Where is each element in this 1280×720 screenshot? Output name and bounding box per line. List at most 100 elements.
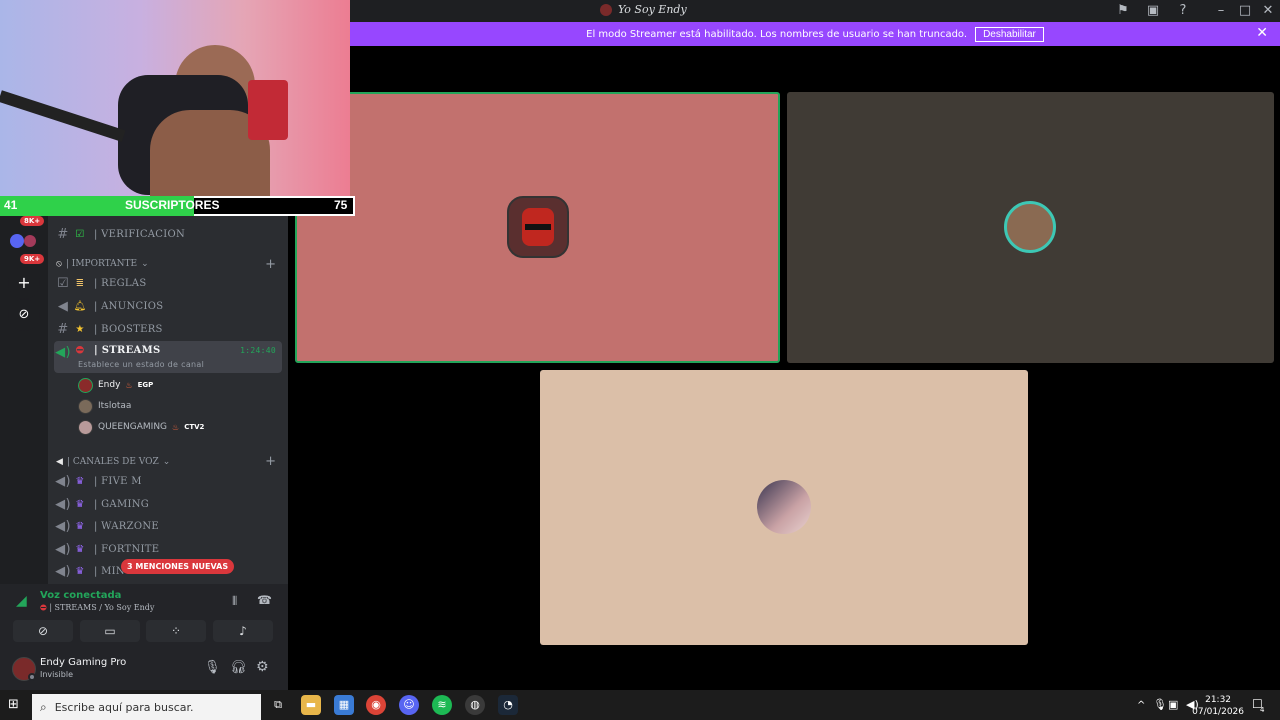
voice-user[interactable]: Itslotaa [78, 396, 131, 416]
obs-icon[interactable]: ◍ [465, 695, 485, 715]
no-entry-icon: ⦸ [56, 259, 62, 269]
voice-user[interactable]: QUEENGAMING ♨ CTV2 [78, 417, 204, 437]
store-icon[interactable]: ▦ [334, 695, 354, 715]
notification-count: 4 [1260, 706, 1265, 714]
flag-icon[interactable]: ⚑ [1115, 3, 1131, 19]
speaker-icon: ◀) [55, 563, 71, 579]
screen-share-icon[interactable]: ▭ [80, 620, 140, 642]
explore-servers-icon[interactable]: ⊘ [8, 299, 40, 331]
disconnect-icon[interactable]: ☎ [257, 593, 272, 607]
channel-anuncios[interactable]: ◀ 🔔︎ | ANUNCIOS [54, 295, 282, 317]
mic-arm-shape [0, 90, 126, 142]
purple-emoji-icon: ♛ [75, 565, 85, 577]
speaker-icon: ◀) [55, 473, 71, 489]
help-icon[interactable]: ? [1175, 3, 1191, 19]
discord-icon[interactable]: ☺ [399, 695, 419, 715]
new-mentions-pill[interactable]: 3 MENCIONES NUEVAS [121, 559, 235, 574]
subscriber-count-current: 41 [4, 198, 18, 212]
gear-icon[interactable]: ⚙ [256, 659, 269, 675]
checkbox-icon: ☑ [75, 228, 85, 240]
banner-message: El modo Streamer está habilitado. Los no… [586, 28, 968, 40]
maximize-button[interactable]: □ [1237, 3, 1253, 19]
fire-icon: ♨ [125, 380, 133, 390]
inbox-icon[interactable]: ▣ [1145, 3, 1161, 19]
close-icon[interactable]: ✕ [1256, 25, 1268, 41]
video-tile-endy[interactable] [295, 92, 780, 363]
no-entry-icon: ⛔︎ [40, 603, 47, 612]
voice-user[interactable]: Endy ♨ EGP [78, 375, 153, 395]
speaker-icon: ◀) [55, 518, 71, 534]
streamer-mode-banner: El modo Streamer está habilitado. Los no… [350, 22, 1280, 46]
channel-status[interactable]: Establece un estado de canal [78, 360, 204, 369]
server-icon[interactable] [10, 234, 24, 248]
steam-icon[interactable]: ◔ [498, 695, 518, 715]
file-explorer-icon[interactable]: ▬ [301, 695, 321, 715]
windows-start-icon[interactable]: ⊞ [8, 698, 22, 712]
search-icon: ⌕ [40, 699, 47, 714]
unread-badge: 9K+ [20, 254, 45, 264]
video-tile-itslotaa[interactable] [787, 92, 1274, 363]
channel-gaming[interactable]: ◀) ♛ | GAMING [54, 493, 282, 515]
soundboard-icon[interactable]: ♪ [213, 620, 273, 642]
video-tile-queengaming[interactable] [540, 370, 1028, 645]
chrome-icon[interactable]: ◉ [366, 695, 386, 715]
microphone-icon[interactable]: 🎙︎ [204, 660, 221, 675]
activities-icon[interactable]: ⁘ [146, 620, 206, 642]
voice-channel-path[interactable]: ⛔︎ | STREAMS / Yo Soy Endy [40, 603, 154, 613]
channel-verificacion[interactable]: # ☑ | VERIFICACION [54, 223, 282, 245]
channel-warzone[interactable]: ◀) ♛ | WARZONE [54, 515, 282, 537]
speaker-icon: ◀) [55, 541, 71, 557]
signal-icon[interactable]: ◢ [16, 593, 27, 609]
status-dot [28, 673, 36, 681]
clock[interactable]: 21:32 07/01/2026 [1192, 694, 1244, 718]
username[interactable]: Endy Gaming Pro [40, 657, 126, 668]
avatar [78, 377, 93, 393]
sunglasses-shape [525, 224, 551, 230]
purple-emoji-icon: ♛ [75, 475, 85, 487]
disable-streamer-mode-button[interactable]: Deshabilitar [975, 26, 1044, 42]
hash-icon: # [57, 321, 69, 337]
window-title: Yo Soy Endy [600, 3, 687, 16]
server-icon[interactable] [24, 235, 36, 247]
channel-five-m[interactable]: ◀) ♛ | FIVE M [54, 470, 282, 492]
speaker-icon: ◀) [55, 496, 71, 512]
bell-icon: 🔔︎ [73, 300, 87, 312]
close-window-button[interactable]: ✕ [1260, 3, 1276, 19]
soundboard-icon[interactable]: ⦀ [232, 594, 237, 609]
add-channel-icon[interactable]: + [265, 454, 276, 469]
stream-timer: 1:24:40 [240, 346, 276, 355]
chevron-up-icon[interactable]: ^ [1137, 700, 1145, 711]
unread-badge: 8K+ [20, 216, 45, 226]
microphone-icon[interactable]: 🎙︎ [1153, 698, 1167, 711]
minimize-button[interactable]: – [1213, 3, 1229, 19]
camera-icon[interactable]: ▣ [1168, 698, 1178, 711]
channel-boosters[interactable]: # ★ | BOOSTERS [54, 318, 282, 340]
star-icon: ★ [75, 323, 85, 335]
category-canales-de-voz[interactable]: ◀ | CANALES DE VOZ ⌄ [56, 457, 170, 467]
spotify-icon[interactable]: ≋ [432, 695, 452, 715]
camera-off-icon[interactable]: ⊘ [13, 620, 73, 642]
speaker-icon: ◀ [56, 457, 63, 467]
category-importante[interactable]: ⦸ | IMPORTANTE ⌄ [56, 259, 149, 269]
subscriber-goal-label: SUSCRIPTORES [125, 198, 220, 212]
user-status: Invisible [40, 670, 73, 679]
add-channel-icon[interactable]: + [265, 257, 276, 272]
avatar [78, 398, 93, 414]
channel-fortnite[interactable]: ◀) ♛ | FORTNITE [54, 538, 282, 560]
chevron-down-icon: ⌄ [141, 259, 149, 269]
purple-emoji-icon: ♛ [75, 520, 85, 532]
taskbar-search[interactable]: ⌕ Escribe aquí para buscar. [32, 694, 261, 720]
chevron-down-icon: ⌄ [162, 457, 171, 467]
task-view-icon[interactable]: ⧉ [268, 695, 288, 715]
chair-red-shape [248, 80, 288, 140]
channel-streams[interactable]: ◀) ⛔︎ | STREAMS 1:24:40 Establece un est… [54, 341, 282, 373]
avatar [1004, 201, 1056, 253]
headphones-icon[interactable]: 🎧︎ [230, 660, 247, 675]
add-server-icon[interactable]: + [8, 267, 40, 299]
channel-list: # ☑ | VERIFICACION ⦸ | IMPORTANTE ⌄ + ☑ … [48, 216, 288, 584]
rules-icon: ☑ [57, 275, 69, 291]
clock-date: 07/01/2026 [1192, 707, 1244, 717]
channel-reglas[interactable]: ☑ ≣ | REGLAS [54, 272, 282, 294]
voice-status: Voz conectada [40, 590, 122, 601]
clock-time: 21:32 [1205, 695, 1232, 705]
